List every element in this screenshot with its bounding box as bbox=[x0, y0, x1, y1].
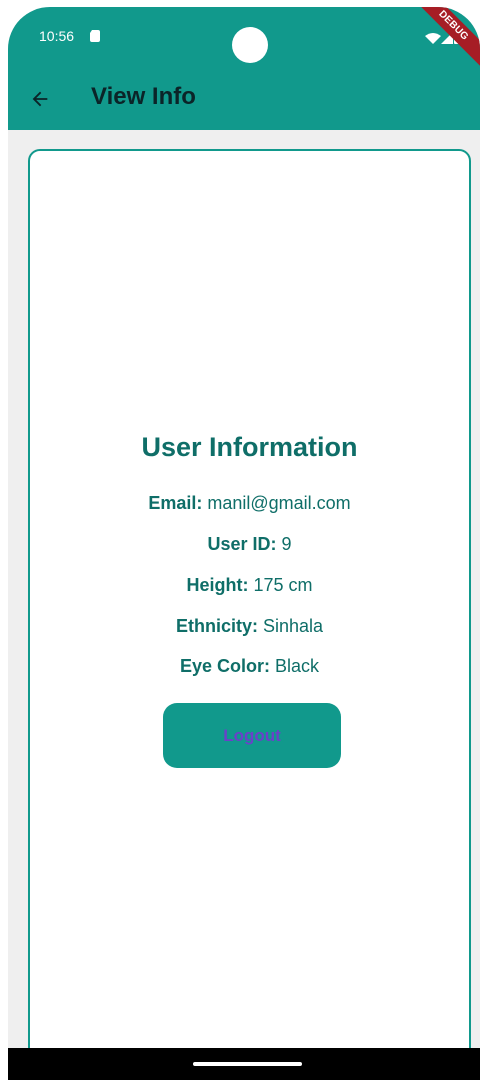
camera-cutout bbox=[232, 27, 268, 63]
height-row: Height: 175 cm bbox=[30, 573, 469, 597]
app-header: 10:56 DEBUG View Info bbox=[8, 7, 480, 130]
ethnicity-label: Ethnicity: bbox=[175, 616, 258, 636]
back-button[interactable] bbox=[26, 85, 54, 113]
user-id-row: User ID: 9 bbox=[30, 532, 469, 556]
height-value: 175 cm bbox=[253, 575, 313, 595]
user-id-value: 9 bbox=[281, 534, 292, 554]
arrow-back-icon bbox=[32, 91, 48, 107]
eye-color-label: Eye Color: bbox=[179, 656, 270, 676]
page-title: View Info bbox=[91, 83, 196, 110]
ethnicity-row: Ethnicity: Sinhala bbox=[30, 614, 469, 638]
sim-card-icon bbox=[90, 30, 100, 42]
wifi-icon bbox=[425, 33, 441, 44]
system-navigation-bar bbox=[8, 1048, 480, 1080]
email-row: Email: manil@gmail.com bbox=[30, 491, 469, 515]
status-time: 10:56 bbox=[39, 28, 75, 44]
height-label: Height: bbox=[186, 575, 249, 595]
section-title: User Information bbox=[141, 432, 358, 462]
ethnicity-value: Sinhala bbox=[262, 616, 324, 636]
email-label: Email: bbox=[148, 493, 203, 513]
user-info-card: User Information Email: manil@gmail.com … bbox=[28, 149, 471, 1075]
logout-button[interactable]: Logout bbox=[163, 703, 341, 768]
card-content: User Information Email: manil@gmail.com … bbox=[30, 151, 469, 1073]
email-value: manil@gmail.com bbox=[207, 493, 351, 513]
eye-color-row: Eye Color: Black bbox=[30, 654, 469, 678]
user-id-label: User ID: bbox=[207, 534, 277, 554]
home-indicator[interactable] bbox=[193, 1062, 302, 1066]
phone-screen: 10:56 DEBUG View Info User Information E… bbox=[8, 7, 480, 1080]
content-area: User Information Email: manil@gmail.com … bbox=[8, 130, 480, 1080]
eye-color-value: Black bbox=[275, 656, 320, 676]
